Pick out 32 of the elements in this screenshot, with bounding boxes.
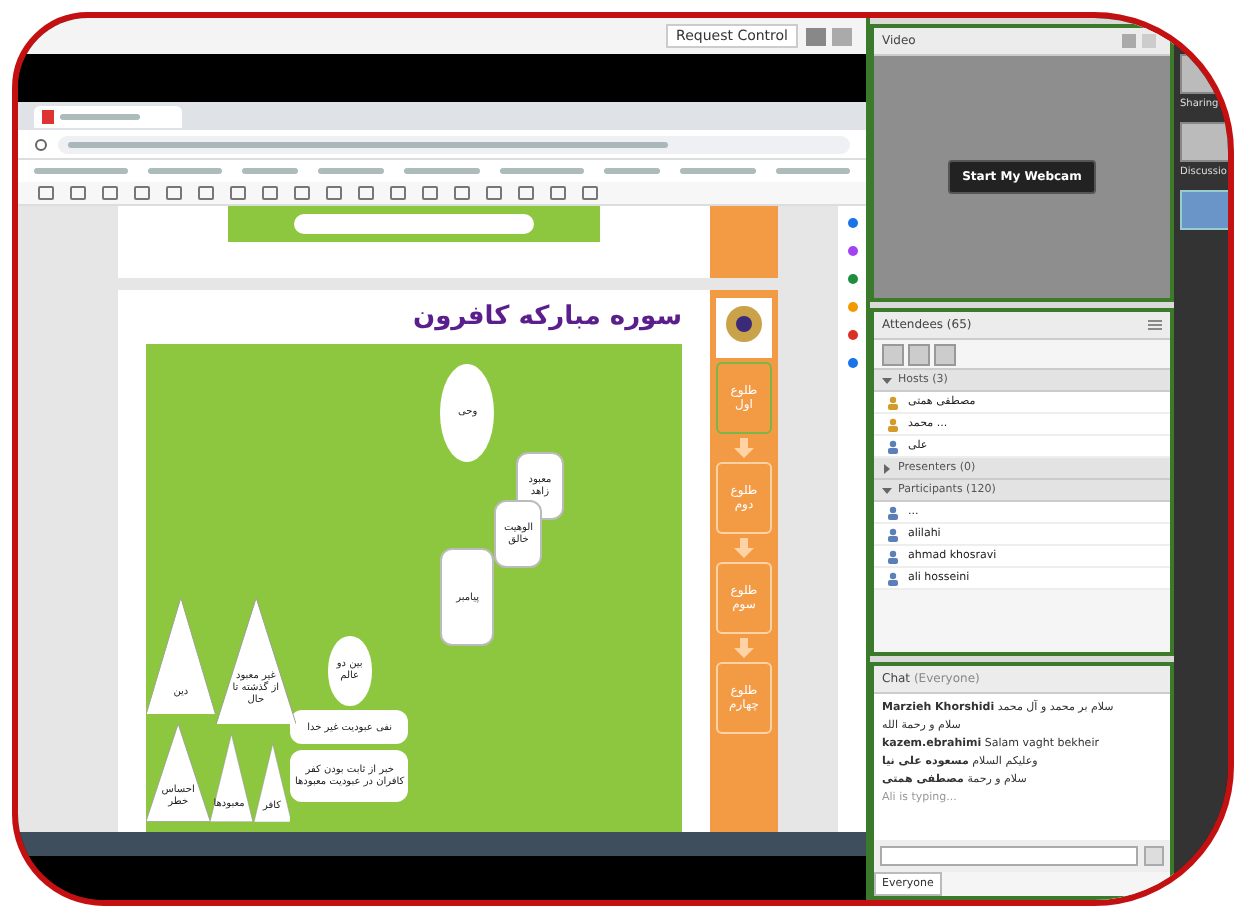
send-button[interactable] — [1144, 846, 1164, 866]
sidebar-app-icon[interactable] — [847, 246, 857, 256]
sidebar-app-icon[interactable] — [847, 218, 857, 228]
down-arrow-icon — [734, 638, 754, 658]
menu-icon[interactable] — [1148, 320, 1162, 330]
pdf-icon — [42, 109, 54, 123]
person-icon — [886, 549, 900, 563]
person-icon — [886, 571, 900, 585]
page-side-strip — [710, 206, 778, 278]
layout-icon[interactable] — [806, 27, 854, 45]
collapsed-caret-icon — [882, 463, 892, 473]
sidebar-app-icon[interactable] — [847, 274, 857, 284]
address-bar[interactable] — [58, 135, 850, 153]
person-icon — [886, 527, 900, 541]
sidebar-app-icon[interactable] — [847, 358, 857, 368]
host-person-icon — [886, 395, 900, 409]
expanded-caret-icon — [882, 375, 892, 385]
layout-thumbnail[interactable] — [1180, 122, 1228, 162]
chat-input[interactable] — [880, 846, 1138, 866]
reload-icon[interactable] — [34, 137, 48, 151]
sidebar-app-icon[interactable] — [847, 330, 857, 340]
layout-thumbnail[interactable] — [1180, 190, 1228, 230]
host-person-icon — [886, 417, 900, 431]
browser-tab[interactable] — [34, 105, 182, 127]
sidebar-app-icon[interactable] — [847, 302, 857, 312]
blurred-text-drawing — [60, 113, 140, 119]
down-arrow-icon — [734, 438, 754, 458]
down-arrow-icon — [734, 538, 754, 558]
person-icon — [886, 439, 900, 453]
person-icon — [886, 505, 900, 519]
expanded-caret-icon — [882, 485, 892, 495]
slide-title: سوره مبارکه کافرون — [410, 302, 682, 332]
